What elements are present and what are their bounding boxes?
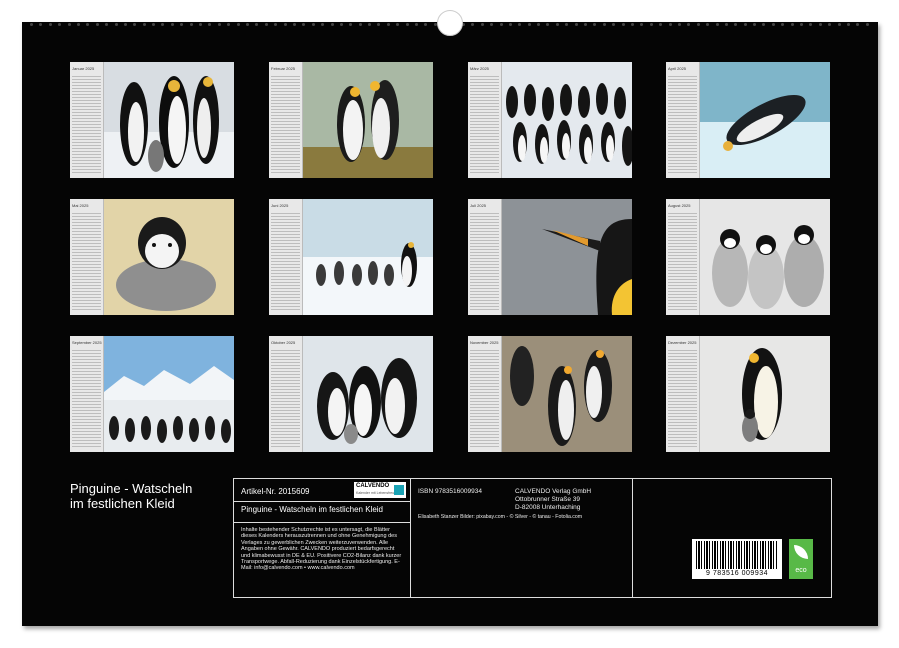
- month-calendar-strip: Juni 2025: [269, 199, 303, 315]
- antarctic-landscape-photo: [104, 336, 234, 452]
- product-title: Pinguine - Watscheln im festlichen Kleid: [241, 505, 391, 514]
- month-thumbnail-juni[interactable]: Juni 2025: [269, 199, 433, 315]
- emperor-penguin-group-photo: [104, 62, 234, 178]
- penguin-head-profile-photo: [502, 199, 632, 315]
- month-thumbnail-juli[interactable]: Juli 2025: [468, 199, 632, 315]
- image-credits: Elisabeth Stanzer Bilder: pixabay.com - …: [418, 514, 628, 522]
- article-number: Artikel-Nr. 2015609: [241, 487, 309, 496]
- month-calendar-strip: Juli 2025: [468, 199, 502, 315]
- month-calendar-strip: August 2025: [666, 199, 700, 315]
- eco-badge: eco: [789, 539, 813, 579]
- title-line-2: im festlichen Kleid: [70, 496, 192, 511]
- month-thumbnail-maerz[interactable]: März 2025: [468, 62, 632, 178]
- info-column-2: ISBN 9783516009934 CALVENDO Verlag GmbH …: [411, 479, 633, 597]
- barcode-bars: [696, 541, 778, 569]
- penguin-chick-closeup-photo: [104, 199, 234, 315]
- month-label: Januar 2025: [72, 66, 94, 71]
- month-calendar-strip: September 2025: [70, 336, 104, 452]
- month-calendar-strip: Mai 2025: [70, 199, 104, 315]
- month-calendar-strip: März 2025: [468, 62, 502, 178]
- product-title-row: Pinguine - Watscheln im festlichen Kleid: [234, 502, 410, 523]
- leaf-icon: [794, 545, 808, 559]
- title-line-1: Pinguine - Watscheln: [70, 481, 192, 496]
- penguin-colony-photo: [502, 62, 632, 178]
- month-calendar-strip: Februar 2025: [269, 62, 303, 178]
- publisher-line-3: D-82008 Unterhaching: [515, 504, 580, 512]
- month-calendar-strip: April 2025: [666, 62, 700, 178]
- king-penguins-photo: [502, 336, 632, 452]
- month-calendar-strip: Dezember 2025: [666, 336, 700, 452]
- month-calendar-strip: Oktober 2025: [269, 336, 303, 452]
- calendar-title: Pinguine - Watscheln im festlichen Kleid: [70, 481, 192, 511]
- month-thumbnail-februar[interactable]: Februar 2025: [269, 62, 433, 178]
- legal-text: Inhalte bestehender Schutzrechte ist es …: [241, 527, 405, 572]
- month-thumbnail-september[interactable]: September 2025: [70, 336, 234, 452]
- month-label: April 2025: [668, 66, 686, 71]
- month-label: August 2025: [668, 203, 690, 208]
- barcode-number: 9 783516 009934: [694, 570, 780, 577]
- month-label: November 2025: [470, 340, 498, 345]
- month-label: Juni 2025: [271, 203, 288, 208]
- month-thumbnail-april[interactable]: April 2025: [666, 62, 830, 178]
- month-label: Oktober 2025: [271, 340, 295, 345]
- month-label: Mai 2025: [72, 203, 88, 208]
- month-calendar-strip: Januar 2025: [70, 62, 104, 178]
- barcode: 9 783516 009934: [692, 539, 782, 579]
- month-thumbnail-januar[interactable]: Januar 2025: [70, 62, 234, 178]
- adult-and-chick-photo: [700, 336, 830, 452]
- month-thumbnail-november[interactable]: November 2025: [468, 336, 632, 452]
- month-label: Juli 2025: [470, 203, 486, 208]
- publisher-line-1: CALVENDO Verlag GmbH: [515, 488, 591, 496]
- month-calendar-strip: November 2025: [468, 336, 502, 452]
- month-label: März 2025: [470, 66, 489, 71]
- isbn: ISBN 9783516009934: [418, 488, 482, 496]
- penguin-chicks-photo: [700, 199, 830, 315]
- calvendo-logo: CALVENDO Kalender mit Lebensfreude: [354, 482, 406, 498]
- publisher-line-2: Ottobrunner Straße 39: [515, 496, 580, 504]
- month-thumbnail-dezember[interactable]: Dezember 2025: [666, 336, 830, 452]
- month-label: Dezember 2025: [668, 340, 696, 345]
- hanging-hook: [437, 10, 463, 36]
- article-row: Artikel-Nr. 2015609 CALVENDO Kalender mi…: [234, 479, 410, 502]
- penguin-pair-grass-photo: [303, 62, 433, 178]
- month-label: September 2025: [72, 340, 102, 345]
- month-thumbnail-august[interactable]: August 2025: [666, 199, 830, 315]
- month-thumbnail-mai[interactable]: Mai 2025: [70, 199, 234, 315]
- info-column-1: Artikel-Nr. 2015609 CALVENDO Kalender mi…: [234, 479, 411, 597]
- logo-mark-icon: [394, 485, 404, 495]
- penguin-march-photo: [303, 199, 433, 315]
- diving-penguin-photo: [700, 62, 830, 178]
- product-info-box: Artikel-Nr. 2015609 CALVENDO Kalender mi…: [233, 478, 832, 598]
- penguin-family-photo: [303, 336, 433, 452]
- month-thumbnail-oktober[interactable]: Oktober 2025: [269, 336, 433, 452]
- month-label: Februar 2025: [271, 66, 295, 71]
